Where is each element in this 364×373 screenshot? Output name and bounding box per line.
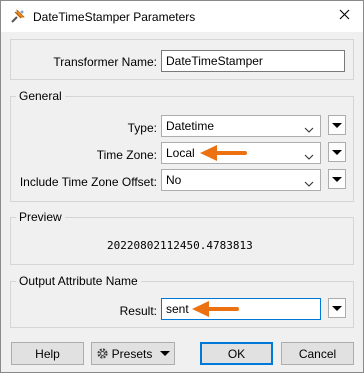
type-label: Type: bbox=[127, 121, 157, 135]
close-icon bbox=[339, 9, 350, 23]
transformer-name-input[interactable]: DateTimeStamper bbox=[161, 50, 345, 72]
presets-label: Presets bbox=[111, 346, 153, 361]
window-title: DateTimeStamper Parameters bbox=[33, 10, 196, 24]
type-select[interactable]: Datetime bbox=[161, 115, 321, 137]
transformer-name-label: Transformer Name: bbox=[53, 55, 157, 69]
dialog-window: DateTimeStamper Parameters Transformer N… bbox=[0, 0, 364, 373]
chevron-down-icon bbox=[304, 122, 314, 133]
result-label: Result: bbox=[119, 304, 157, 318]
annotation-arrow-icon bbox=[192, 301, 239, 317]
offset-value: No bbox=[166, 173, 182, 187]
dropdown-triangle-icon bbox=[332, 305, 342, 311]
ok-button[interactable]: OK bbox=[200, 342, 273, 365]
dropdown-triangle-icon bbox=[332, 149, 342, 155]
offset-label: Include Time Zone Offset: bbox=[19, 175, 157, 189]
preview-value: 20220802112450.4783813 bbox=[107, 239, 253, 252]
type-menu-button[interactable] bbox=[328, 115, 346, 135]
result-menu-button[interactable] bbox=[328, 298, 346, 318]
fme-transformer-icon bbox=[9, 8, 26, 25]
help-button[interactable]: Help bbox=[11, 342, 84, 365]
annotation-arrow-icon bbox=[200, 145, 247, 161]
offset-menu-button[interactable] bbox=[328, 169, 346, 189]
result-input[interactable]: sent bbox=[161, 298, 321, 320]
offset-select[interactable]: No bbox=[161, 169, 321, 191]
close-button[interactable] bbox=[329, 3, 359, 29]
title-bar: DateTimeStamper Parameters bbox=[1, 1, 363, 32]
gear-icon bbox=[96, 347, 109, 360]
output-group-title: Output Attribute Name bbox=[16, 274, 141, 288]
timezone-menu-button[interactable] bbox=[328, 142, 346, 162]
general-group-title: General bbox=[16, 89, 65, 103]
dropdown-triangle-icon bbox=[332, 176, 342, 182]
chevron-down-icon bbox=[304, 176, 314, 187]
chevron-down-icon bbox=[304, 149, 314, 160]
presets-button[interactable]: Presets bbox=[91, 342, 175, 365]
timezone-value: Local bbox=[166, 146, 195, 160]
dropdown-triangle-icon bbox=[332, 122, 342, 128]
type-value: Datetime bbox=[166, 119, 215, 133]
preview-group-title: Preview bbox=[16, 210, 65, 224]
cancel-button[interactable]: Cancel bbox=[281, 342, 354, 365]
dropdown-triangle-icon bbox=[160, 351, 171, 356]
timezone-label: Time Zone: bbox=[96, 148, 157, 162]
